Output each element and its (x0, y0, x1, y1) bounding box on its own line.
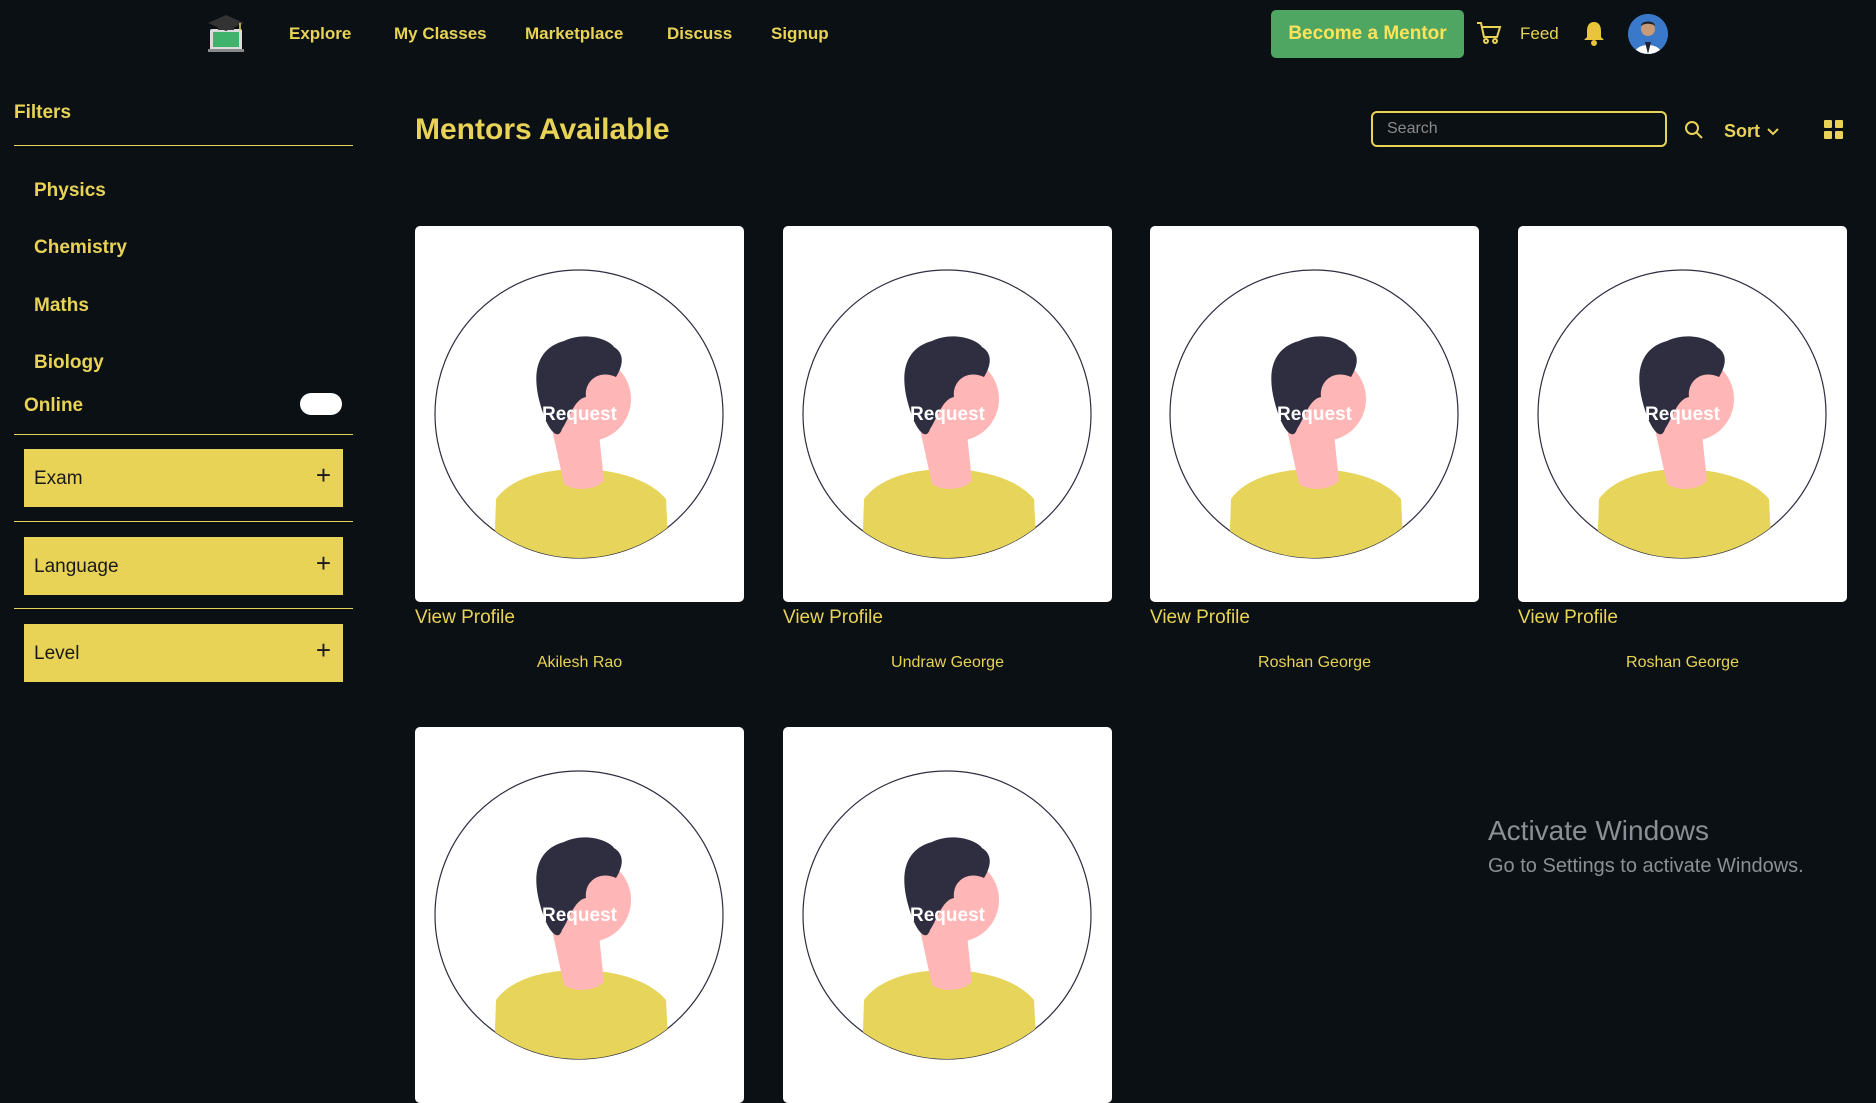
become-mentor-button[interactable]: Become a Mentor (1271, 10, 1464, 58)
search-input[interactable] (1371, 111, 1667, 147)
watermark-subtitle: Go to Settings to activate Windows. (1488, 855, 1804, 877)
logo-icon[interactable] (207, 13, 245, 53)
request-button[interactable]: Request (1150, 404, 1479, 426)
level-accordion-label: Level (34, 643, 80, 664)
nav-marketplace[interactable]: Marketplace (525, 24, 623, 44)
filter-chemistry[interactable]: Chemistry (34, 237, 127, 259)
mentor-name: Roshan George (1258, 654, 1371, 671)
request-button[interactable]: Request (783, 905, 1112, 927)
nav-signup[interactable]: Signup (771, 24, 829, 44)
view-profile-link[interactable]: View Profile (1518, 607, 1618, 629)
page-title: Mentors Available (415, 113, 670, 146)
request-button[interactable]: Request (415, 404, 744, 426)
plus-icon: + (315, 460, 331, 490)
mentor-card[interactable]: Request (415, 727, 744, 1103)
view-profile-link[interactable]: View Profile (415, 607, 515, 629)
filter-physics[interactable]: Physics (34, 180, 106, 202)
exam-accordion[interactable]: Exam + (24, 449, 343, 507)
sort-dropdown[interactable]: Sort (1724, 121, 1760, 142)
watermark-title: Activate Windows (1488, 815, 1709, 846)
mentor-card[interactable]: Request (415, 226, 744, 602)
search-icon[interactable] (1684, 120, 1704, 140)
mentor-card[interactable]: Request (783, 226, 1112, 602)
nav-explore[interactable]: Explore (289, 24, 351, 44)
cart-icon[interactable] (1476, 21, 1502, 45)
mentor-card[interactable]: Request (1518, 226, 1847, 602)
request-button[interactable]: Request (415, 905, 744, 927)
level-accordion[interactable]: Level + (24, 624, 343, 682)
mentor-card[interactable]: Request (783, 727, 1112, 1103)
filters-title: Filters (14, 102, 72, 123)
mentor-name: Undraw George (891, 654, 1004, 671)
mentor-name: Roshan George (1626, 654, 1739, 671)
nav-discuss[interactable]: Discuss (667, 24, 732, 44)
language-accordion-label: Language (34, 556, 119, 577)
divider (14, 145, 353, 146)
view-profile-link[interactable]: View Profile (1150, 607, 1250, 629)
language-accordion[interactable]: Language + (24, 537, 343, 595)
exam-accordion-label: Exam (34, 468, 83, 489)
online-toggle[interactable] (300, 393, 342, 415)
avatar[interactable] (1628, 14, 1668, 54)
top-nav: Explore My Classes Marketplace Discuss S… (0, 0, 1876, 70)
filter-biology[interactable]: Biology (34, 352, 104, 374)
view-profile-link[interactable]: View Profile (783, 607, 883, 629)
chevron-down-icon[interactable] (1766, 124, 1780, 136)
filter-maths[interactable]: Maths (34, 295, 89, 317)
grid-view-icon[interactable] (1824, 120, 1843, 139)
nav-my-classes[interactable]: My Classes (394, 24, 487, 44)
request-button[interactable]: Request (783, 404, 1112, 426)
request-button[interactable]: Request (1518, 404, 1847, 426)
nav-feed[interactable]: Feed (1520, 24, 1559, 44)
divider (14, 521, 353, 522)
bell-icon[interactable] (1583, 20, 1605, 46)
mentor-name: Akilesh Rao (536, 654, 623, 671)
divider (14, 434, 353, 435)
online-label: Online (24, 395, 84, 416)
plus-icon: + (315, 548, 331, 578)
plus-icon: + (315, 635, 331, 665)
divider (14, 608, 353, 609)
mentor-card[interactable]: Request (1150, 226, 1479, 602)
